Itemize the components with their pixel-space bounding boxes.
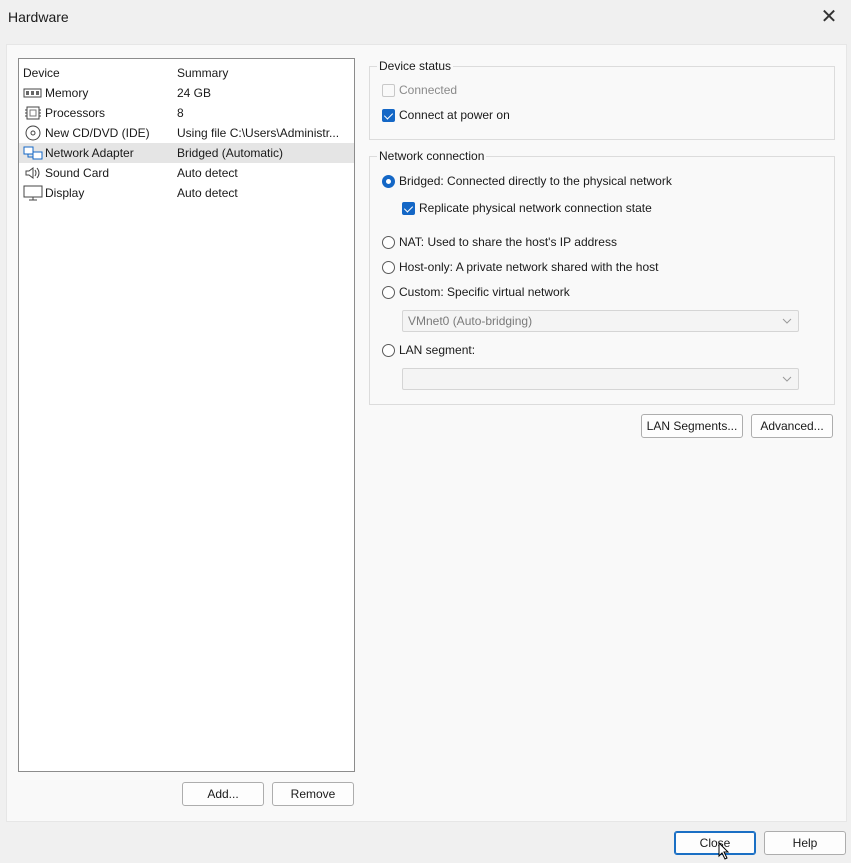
device-status-label: Device status — [377, 59, 454, 73]
remove-device-button[interactable]: Remove — [272, 782, 354, 806]
column-header-device[interactable]: Device — [23, 66, 60, 80]
network-connection-label: Network connection — [377, 149, 487, 163]
host-only-radio-dot[interactable] — [382, 260, 395, 274]
help-button[interactable]: Help — [764, 831, 846, 855]
connected-checkbox[interactable]: Connected — [382, 83, 457, 97]
network-connection-group: Network connection Bridged: Connected di… — [369, 149, 835, 405]
close-window-icon[interactable]: ✕ — [817, 6, 841, 30]
device-row-memory[interactable]: Memory 24 GB — [19, 83, 354, 103]
memory-icon — [23, 85, 43, 101]
nat-radio[interactable]: NAT: Used to share the host's IP address — [382, 235, 617, 249]
chevron-down-icon — [782, 373, 792, 383]
device-row-display[interactable]: Display Auto detect — [19, 183, 354, 203]
replicate-state-checkbox[interactable]: Replicate physical network connection st… — [402, 201, 652, 215]
bridged-radio-dot[interactable] — [382, 174, 395, 188]
title-bar: Hardware ✕ — [0, 0, 851, 36]
bridged-radio[interactable]: Bridged: Connected directly to the physi… — [382, 174, 672, 188]
device-status-group: Device status Connected Connect at power… — [369, 59, 835, 140]
device-row-processors[interactable]: Processors 8 — [19, 103, 354, 123]
device-list[interactable]: Device Summary Memory 24 GB Processors 8… — [18, 58, 355, 772]
window-title: Hardware — [8, 9, 69, 25]
processor-icon — [23, 105, 43, 121]
host-only-radio[interactable]: Host-only: A private network shared with… — [382, 260, 658, 274]
advanced-button[interactable]: Advanced... — [751, 414, 833, 438]
cd-dvd-icon — [23, 125, 43, 141]
device-row-cd-dvd[interactable]: New CD/DVD (IDE) Using file C:\Users\Adm… — [19, 123, 354, 143]
lan-segments-button[interactable]: LAN Segments... — [641, 414, 743, 438]
network-adapter-icon — [23, 145, 43, 161]
custom-radio[interactable]: Custom: Specific virtual network — [382, 285, 570, 299]
nat-radio-dot[interactable] — [382, 235, 395, 249]
custom-radio-dot[interactable] — [382, 285, 395, 299]
chevron-down-icon — [782, 315, 792, 325]
lan-segment-radio[interactable]: LAN segment: — [382, 343, 475, 357]
connect-at-power-on-checkbox[interactable]: Connect at power on — [382, 108, 510, 122]
column-header-summary[interactable]: Summary — [177, 66, 228, 80]
replicate-state-checkbox-box[interactable] — [402, 201, 415, 215]
add-device-button[interactable]: Add... — [182, 782, 264, 806]
lan-segment-radio-dot[interactable] — [382, 343, 395, 357]
device-row-sound-card[interactable]: Sound Card Auto detect — [19, 163, 354, 183]
connect-at-power-on-checkbox-box[interactable] — [382, 108, 395, 122]
device-row-network-adapter[interactable]: Network Adapter Bridged (Automatic) — [19, 143, 354, 163]
lan-segment-select[interactable] — [402, 368, 799, 390]
device-list-header: Device Summary — [19, 63, 354, 83]
close-button[interactable]: Close — [674, 831, 756, 855]
display-icon — [23, 185, 43, 201]
connected-checkbox-box[interactable] — [382, 83, 395, 97]
custom-network-select[interactable]: VMnet0 (Auto-bridging) — [402, 310, 799, 332]
sound-card-icon — [23, 165, 43, 181]
mouse-cursor-icon — [718, 841, 732, 860]
